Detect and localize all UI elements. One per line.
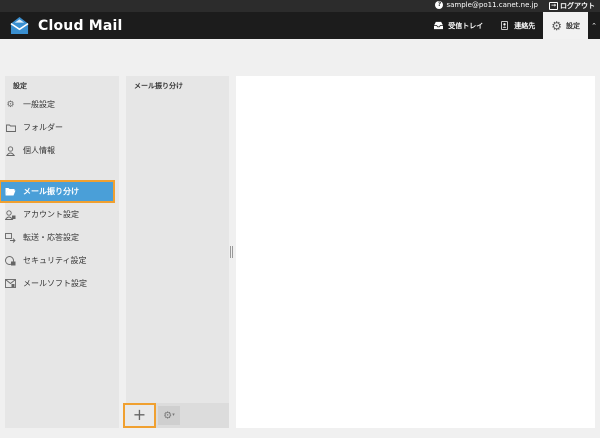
help-icon[interactable]: ? (435, 1, 444, 9)
filter-settings-button[interactable]: ⚙▾ (158, 406, 180, 425)
plus-icon: + (132, 405, 147, 424)
mail-software-icon (5, 279, 16, 289)
nav-settings-label: 設定 (566, 21, 580, 30)
sidebar-item-general[interactable]: ⚙ 一般設定 (0, 94, 114, 115)
nav-inbox[interactable]: 受信トレイ (425, 12, 491, 39)
gear-icon: ⚙ (6, 99, 15, 110)
sidebar-item-security[interactable]: セキュリティ設定 (0, 250, 114, 271)
sidebar-item-mail-software[interactable]: メールソフト設定 (0, 273, 114, 294)
nav-contacts[interactable]: 連絡先 (491, 12, 543, 39)
brand-name: Cloud Mail (38, 18, 123, 34)
sidebar-item-account[interactable]: アカウント設定 (0, 204, 114, 225)
inbox-icon (434, 21, 444, 30)
account-icon (5, 209, 16, 220)
nav-inbox-label: 受信トレイ (448, 21, 484, 30)
sidebar-item-label: メールソフト設定 (23, 279, 87, 288)
app-header: Cloud Mail 受信トレイ 連絡先 ⚙ 設定 ⌃ (0, 12, 600, 39)
sidebar-item-mail-filter[interactable]: メール振り分け (0, 180, 115, 203)
account-email: sample@po11.canet.ne.jp (446, 1, 538, 9)
nav-settings[interactable]: ⚙ 設定 (543, 12, 588, 39)
sidebar-item-label: フォルダー (23, 123, 63, 132)
sidebar-title: 設定 (13, 82, 27, 90)
main-nav: 受信トレイ 連絡先 ⚙ 設定 ⌃ (425, 12, 600, 39)
sidebar-item-label: 個人情報 (23, 146, 55, 155)
logout-label: ログアウト (560, 2, 595, 10)
sidebar-item-label: 一般設定 (23, 100, 55, 109)
contacts-icon (501, 21, 509, 30)
logout-icon: → (549, 2, 558, 10)
filter-list-panel: メール振り分け + ⚙▾ (123, 76, 229, 428)
filter-panel-footer: + ⚙▾ (123, 403, 229, 428)
gear-icon: ⚙ (551, 18, 562, 33)
folder-icon (5, 123, 16, 133)
add-filter-button[interactable]: + (123, 403, 156, 428)
sidebar-item-label: アカウント設定 (23, 210, 79, 219)
top-status-bar: ? sample@po11.canet.ne.jp → ログアウト (0, 0, 600, 12)
sidebar-item-label: セキュリティ設定 (23, 256, 87, 265)
gear-icon: ⚙ (163, 410, 173, 422)
sidebar-item-forwarding[interactable]: 転送・応答設定 (0, 227, 114, 248)
sidebar-item-folders[interactable]: フォルダー (0, 117, 114, 138)
panel-resize-handle[interactable] (230, 246, 233, 258)
person-icon (5, 145, 16, 156)
filter-detail-panel (236, 76, 595, 428)
sidebar-item-personal-info[interactable]: 個人情報 (0, 140, 114, 161)
filter-panel-title: メール振り分け (134, 82, 183, 90)
security-icon (5, 255, 16, 266)
folder-open-icon (5, 187, 16, 197)
logout-link[interactable]: → ログアウト (549, 1, 595, 11)
sidebar-item-label: 転送・応答設定 (23, 233, 79, 242)
nav-contacts-label: 連絡先 (514, 21, 536, 30)
cloud-mail-logo (10, 16, 29, 35)
account-info: ? sample@po11.canet.ne.jp (435, 1, 538, 9)
caret-down-icon: ▾ (172, 412, 175, 418)
forward-icon (5, 232, 16, 243)
sidebar-item-label: メール振り分け (23, 187, 79, 196)
chevron-down-icon[interactable]: ⌃ (588, 12, 600, 39)
